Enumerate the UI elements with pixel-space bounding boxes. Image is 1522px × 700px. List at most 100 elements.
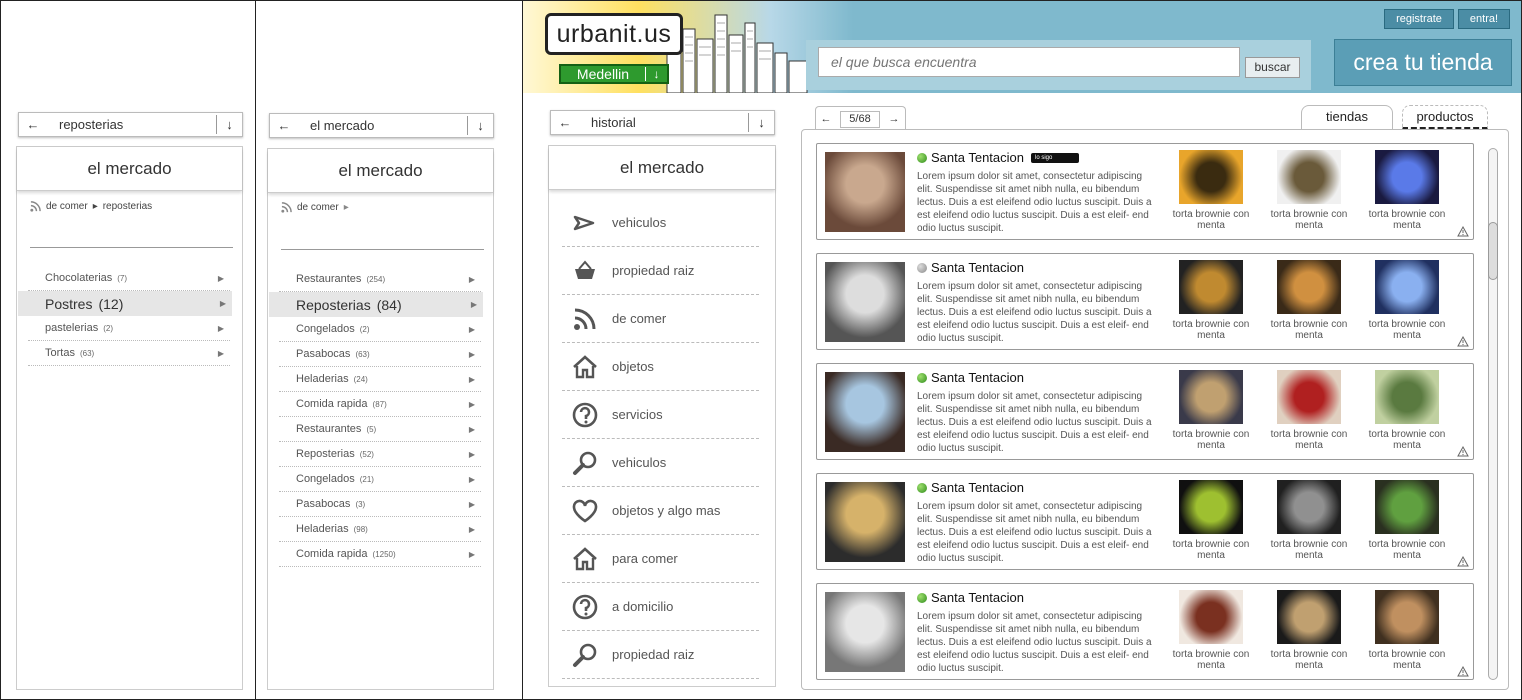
category-item[interactable]: Restaurantes (254) ▶ xyxy=(279,267,481,292)
product-item[interactable]: torta brownie con menta xyxy=(1171,480,1251,561)
product-item[interactable]: torta brownie con menta xyxy=(1269,150,1349,231)
category-item[interactable]: Chocolaterias (7) ▶ xyxy=(28,266,230,291)
product-image[interactable] xyxy=(1179,480,1243,534)
product-item[interactable]: torta brownie con menta xyxy=(1171,590,1251,671)
back-arrow-icon[interactable]: ← xyxy=(19,117,47,132)
nav-select-reposterias[interactable]: ← reposterias ↓ xyxy=(18,112,243,137)
breadcrumb-link[interactable]: de comer xyxy=(46,201,88,212)
search-button[interactable]: buscar xyxy=(1245,57,1300,78)
down-arrow-icon[interactable]: ↓ xyxy=(748,113,774,132)
scrollbar-thumb[interactable] xyxy=(1488,222,1498,280)
prev-page-icon[interactable]: ← xyxy=(816,113,836,125)
product-image[interactable] xyxy=(1375,260,1439,314)
menu-item[interactable]: objetos y algo mas xyxy=(562,487,759,535)
product-item[interactable]: torta brownie con menta xyxy=(1367,590,1447,671)
product-item[interactable]: torta brownie con menta xyxy=(1171,260,1251,341)
menu-item[interactable]: vehiculos xyxy=(562,439,759,487)
product-image[interactable] xyxy=(1375,590,1439,644)
store-photo[interactable] xyxy=(825,152,905,232)
back-arrow-icon[interactable]: ← xyxy=(270,118,298,133)
product-item[interactable]: torta brownie con menta xyxy=(1269,590,1349,671)
category-item[interactable]: Congelados (2) ▶ xyxy=(279,317,481,342)
product-image[interactable] xyxy=(1277,150,1341,204)
warning-icon[interactable] xyxy=(1457,226,1469,237)
site-logo[interactable]: urbanit.us xyxy=(545,13,683,55)
breadcrumb-link[interactable]: de comer xyxy=(297,202,339,213)
product-item[interactable]: torta brownie con menta xyxy=(1367,150,1447,231)
warning-icon[interactable] xyxy=(1457,666,1469,677)
menu-item[interactable]: a domicilio xyxy=(562,583,759,631)
category-item[interactable]: Congelados (21) ▶ xyxy=(279,467,481,492)
category-item[interactable]: Pasabocas (3) ▶ xyxy=(279,492,481,517)
warning-icon[interactable] xyxy=(1457,556,1469,567)
store-card[interactable]: Santa Tentacion lo sigo Lorem ipsum dolor … xyxy=(816,143,1474,240)
store-name[interactable]: Santa Tentacion xyxy=(931,370,1024,385)
category-item[interactable]: pastelerias (2) ▶ xyxy=(28,316,230,341)
product-image[interactable] xyxy=(1179,590,1243,644)
menu-item[interactable]: propiedad raiz xyxy=(562,247,759,295)
category-item[interactable]: Reposterias (52) ▶ xyxy=(279,442,481,467)
nav-select-historial[interactable]: ← historial ↓ xyxy=(550,110,775,135)
breadcrumb-separator-icon: ▸ xyxy=(343,202,349,213)
warning-icon[interactable] xyxy=(1457,446,1469,457)
product-item[interactable]: torta brownie con menta xyxy=(1367,260,1447,341)
menu-item[interactable]: objetos xyxy=(562,343,759,391)
product-image[interactable] xyxy=(1179,370,1243,424)
product-item[interactable]: torta brownie con menta xyxy=(1269,480,1349,561)
product-item[interactable]: torta brownie con menta xyxy=(1367,370,1447,451)
product-image[interactable] xyxy=(1375,150,1439,204)
tab-tiendas[interactable]: tiendas xyxy=(1301,105,1393,130)
product-image[interactable] xyxy=(1277,370,1341,424)
down-arrow-icon[interactable]: ↓ xyxy=(216,115,242,134)
product-item[interactable]: torta brownie con menta xyxy=(1269,370,1349,451)
product-item[interactable]: torta brownie con menta xyxy=(1171,370,1251,451)
menu-item[interactable]: para comer xyxy=(562,535,759,583)
down-arrow-icon[interactable]: ↓ xyxy=(467,116,493,135)
product-item[interactable]: torta brownie con menta xyxy=(1171,150,1251,231)
menu-item[interactable]: servicios xyxy=(562,391,759,439)
store-card[interactable]: Santa Tentacion Lorem ipsum dolor sit ame… xyxy=(816,253,1474,350)
product-image[interactable] xyxy=(1277,480,1341,534)
warning-icon[interactable] xyxy=(1457,336,1469,347)
store-photo[interactable] xyxy=(825,592,905,672)
category-item[interactable]: Tortas (63) ▶ xyxy=(28,341,230,366)
category-item[interactable]: Pasabocas (63) ▶ xyxy=(279,342,481,367)
tab-productos[interactable]: productos xyxy=(1402,105,1488,130)
store-photo[interactable] xyxy=(825,482,905,562)
product-image[interactable] xyxy=(1277,590,1341,644)
back-arrow-icon[interactable]: ← xyxy=(551,115,579,130)
store-photo[interactable] xyxy=(825,372,905,452)
city-selector[interactable]: Medellin ↓ xyxy=(559,64,669,84)
store-photo[interactable] xyxy=(825,262,905,342)
store-name[interactable]: Santa Tentacion xyxy=(931,480,1024,495)
create-store-button[interactable]: crea tu tienda xyxy=(1334,39,1512,86)
menu-item[interactable]: vehiculos xyxy=(562,199,759,247)
category-item[interactable]: Comida rapida (1250) ▶ xyxy=(279,542,481,567)
category-item[interactable]: Comida rapida (87) ▶ xyxy=(279,392,481,417)
store-card[interactable]: Santa Tentacion Lorem ipsum dolor sit ame… xyxy=(816,583,1474,680)
register-button[interactable]: registrate xyxy=(1384,9,1454,29)
category-item[interactable]: Heladerias (98) ▶ xyxy=(279,517,481,542)
category-item[interactable]: Reposterias (84) ▶ xyxy=(269,292,483,317)
nav-select-el-mercado[interactable]: ← el mercado ↓ xyxy=(269,113,494,138)
next-page-icon[interactable]: → xyxy=(884,113,904,125)
menu-item[interactable]: de comer xyxy=(562,295,759,343)
product-image[interactable] xyxy=(1375,480,1439,534)
product-item[interactable]: torta brownie con menta xyxy=(1367,480,1447,561)
product-image[interactable] xyxy=(1179,150,1243,204)
store-card[interactable]: Santa Tentacion Lorem ipsum dolor sit ame… xyxy=(816,363,1474,460)
category-item[interactable]: Restaurantes (5) ▶ xyxy=(279,417,481,442)
store-name[interactable]: Santa Tentacion xyxy=(931,590,1024,605)
menu-item[interactable]: propiedad raiz xyxy=(562,631,759,679)
search-input[interactable] xyxy=(818,47,1240,77)
category-item[interactable]: Heladerias (24) ▶ xyxy=(279,367,481,392)
product-image[interactable] xyxy=(1179,260,1243,314)
category-item[interactable]: Postres (12) ▶ xyxy=(18,291,232,316)
login-button[interactable]: entra! xyxy=(1458,9,1510,29)
product-image[interactable] xyxy=(1277,260,1341,314)
store-card[interactable]: Santa Tentacion Lorem ipsum dolor sit ame… xyxy=(816,473,1474,570)
product-image[interactable] xyxy=(1375,370,1439,424)
store-name[interactable]: Santa Tentacion xyxy=(931,150,1024,165)
product-item[interactable]: torta brownie con menta xyxy=(1269,260,1349,341)
store-name[interactable]: Santa Tentacion xyxy=(931,260,1024,275)
